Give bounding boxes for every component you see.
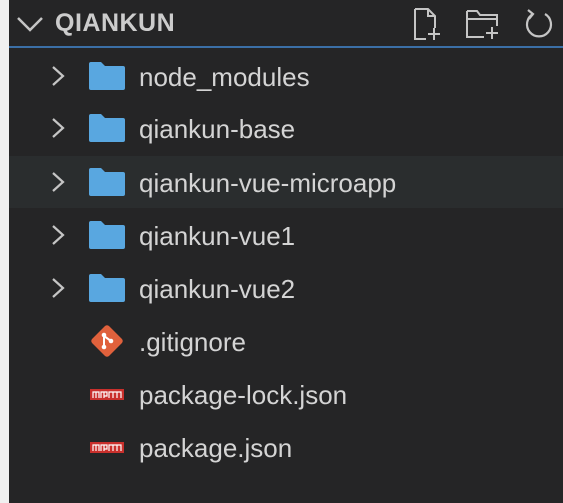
- tree-item-label: qiankun-vue-microapp: [139, 168, 397, 198]
- tree-item-node-modules[interactable]: node_modules: [9, 50, 563, 102]
- tree-item-label: qiankun-vue2: [139, 274, 296, 304]
- explorer-actions: [407, 4, 559, 44]
- tree-item-label: .gitignore: [139, 327, 246, 357]
- folder-icon: [89, 168, 125, 196]
- tree-item-label: package-lock.json: [139, 380, 348, 410]
- chevron-down-icon[interactable]: [15, 11, 45, 37]
- tree-item-qiankun-vue1[interactable]: qiankun-vue1: [9, 209, 563, 261]
- new-file-button[interactable]: [407, 4, 447, 44]
- chevron-right-icon: [52, 278, 65, 298]
- tree-item-qiankun-vue2[interactable]: qiankun-vue2: [9, 262, 563, 314]
- explorer-header[interactable]: QIANKUN: [9, 0, 563, 48]
- npm-icon: [90, 389, 124, 400]
- tree-item-label: node_modules: [139, 62, 310, 92]
- tree-item-gitignore[interactable]: .gitignore: [9, 315, 563, 367]
- new-folder-icon: [466, 10, 498, 39]
- new-file-icon: [414, 8, 440, 40]
- tree-item-package-json[interactable]: package.json: [9, 421, 563, 473]
- tree-item-qiankun-vue-microapp[interactable]: qiankun-vue-microapp: [9, 156, 563, 208]
- tree-item-package-lock-json[interactable]: package-lock.json: [9, 368, 563, 420]
- folder-icon: [89, 114, 125, 142]
- folder-icon: [89, 274, 125, 302]
- new-folder-button[interactable]: [463, 4, 503, 44]
- tree-item-label: qiankun-vue1: [139, 221, 296, 251]
- git-icon: [91, 325, 123, 357]
- chevron-right-icon: [52, 172, 65, 192]
- explorer-title: QIANKUN: [55, 9, 176, 37]
- tree-item-label: qiankun-base: [139, 114, 296, 144]
- tree-item-qiankun-base[interactable]: qiankun-base: [9, 102, 563, 154]
- refresh-icon: [525, 9, 553, 38]
- folder-icon: [89, 221, 125, 249]
- npm-icon: [90, 442, 124, 453]
- chevron-right-icon: [52, 118, 65, 138]
- explorer-panel: QIANKUN node_modules qiankun-base qianku…: [9, 0, 563, 503]
- folder-icon: [89, 62, 125, 90]
- refresh-button[interactable]: [519, 4, 559, 44]
- chevron-right-icon: [52, 225, 65, 245]
- tree-item-label: package.json: [139, 433, 293, 463]
- chevron-right-icon: [52, 66, 65, 86]
